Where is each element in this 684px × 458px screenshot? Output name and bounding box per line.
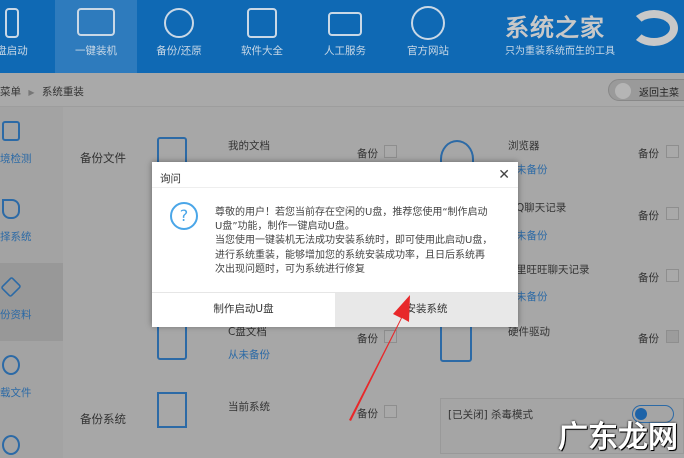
watermark: 广东龙网 <box>558 420 678 455</box>
red-arrow-annotation <box>349 295 410 421</box>
